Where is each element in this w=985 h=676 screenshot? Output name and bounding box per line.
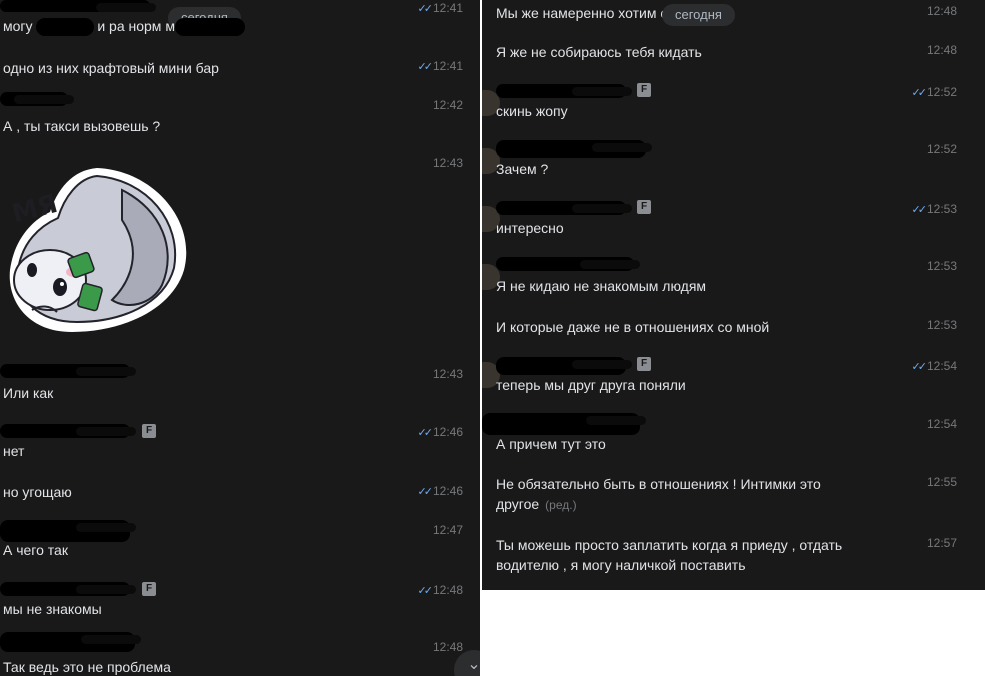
redacted-name	[496, 201, 632, 215]
redacted-name	[496, 140, 652, 158]
redacted-name	[482, 413, 646, 435]
f-badge-icon: F	[637, 83, 651, 97]
message-time: ✓✓ 12:48	[417, 583, 463, 597]
read-ticks-icon: ✓✓	[417, 427, 434, 439]
message-time: 12:53	[926, 259, 957, 273]
message-text: Не обязательно быть в отношениях ! Интим…	[496, 476, 821, 512]
message-time: 12:53	[926, 318, 957, 332]
message-text: одно из них крафтовый мини бар	[3, 60, 219, 76]
message-time: ✓✓ 12:52	[911, 85, 957, 99]
read-ticks-icon: ✓✓	[417, 3, 434, 15]
message-time: ✓✓ 12:41	[417, 59, 463, 73]
message-text: могу показать и ра норм мест	[3, 18, 197, 34]
redacted-name	[0, 92, 74, 106]
redacted-name	[0, 424, 136, 438]
message-time: 12:48	[432, 640, 463, 654]
sticker-image[interactable]: МЯ	[2, 160, 192, 340]
message-time: 12:47	[432, 523, 463, 537]
read-ticks-icon: ✓✓	[911, 204, 928, 216]
message-time: ✓✓ 12:41	[417, 1, 463, 15]
message-text: теперь мы друг друга поняли	[496, 377, 686, 393]
message-time: ✓✓ 12:46	[417, 425, 463, 439]
message-text: Зачем ?	[496, 161, 549, 177]
read-ticks-icon: ✓✓	[417, 61, 434, 73]
chat-pane-right: Мы же намеренно хотим ся сегодня 12:48 Я…	[482, 0, 985, 590]
message-time: 12:48	[926, 43, 957, 57]
date-divider: сегодня	[662, 4, 735, 26]
message-text: нет	[3, 443, 25, 459]
message-text: А , ты такси вызовешь ?	[3, 118, 161, 134]
message-text: Так ведь это не проблема	[3, 659, 171, 675]
f-badge-icon: F	[637, 357, 651, 371]
message-text: скинь жопу	[496, 103, 568, 119]
f-badge-icon: F	[142, 424, 156, 438]
redacted-name	[0, 520, 136, 542]
f-badge-icon: F	[142, 582, 156, 596]
redacted-name	[496, 257, 640, 271]
f-badge-icon: F	[637, 200, 651, 214]
message-text: А причем тут это	[496, 436, 606, 452]
message-text: Или как	[3, 385, 54, 401]
message-time: 12:42	[432, 98, 463, 112]
chat-pane-left: сегодня могу показать и ра норм мест ✓✓1…	[0, 0, 480, 676]
message-text: Я не кидаю не знакомым людям	[496, 278, 707, 294]
message-text: И которые даже не в отношениях со мной	[496, 319, 770, 335]
redacted-name	[496, 357, 632, 375]
blank-area	[482, 590, 985, 676]
message-time: 12:43	[432, 156, 463, 170]
message-text: Ты можешь просто заплатить когда я приед…	[496, 537, 843, 573]
message-text: интересно	[496, 220, 564, 236]
redacted-name	[0, 582, 136, 596]
message-text: но угощаю	[3, 484, 72, 500]
message-time: 12:43	[432, 367, 463, 381]
redacted-name	[0, 632, 141, 652]
read-ticks-icon: ✓✓	[417, 585, 434, 597]
read-ticks-icon: ✓✓	[911, 361, 928, 373]
read-ticks-icon: ✓✓	[911, 87, 928, 99]
message-time: 12:54	[926, 417, 957, 431]
chevron-down-icon: ⌄	[467, 656, 480, 673]
redacted-name	[0, 364, 136, 378]
redacted-name	[496, 84, 632, 98]
message-time: 12:55	[926, 475, 957, 489]
message-time: ✓✓ 12:46	[417, 484, 463, 498]
message-text: Мы же намеренно хотим ся	[496, 5, 675, 21]
message-time: ✓✓ 12:54	[911, 359, 957, 373]
message-time: ✓✓ 12:53	[911, 202, 957, 216]
redaction	[36, 18, 94, 36]
message-text: Я же не собираюсь тебя кидать	[496, 44, 702, 60]
read-ticks-icon: ✓✓	[417, 486, 434, 498]
redacted-name	[0, 0, 156, 12]
message-text: А чего так	[3, 542, 68, 558]
message-time: 12:52	[926, 142, 957, 156]
redaction	[175, 18, 245, 36]
message-time: 12:48	[926, 4, 957, 18]
message-text: мы не знакомы	[3, 601, 102, 617]
edited-label: (ред.)	[545, 498, 577, 512]
message-time: 12:57	[926, 536, 957, 550]
